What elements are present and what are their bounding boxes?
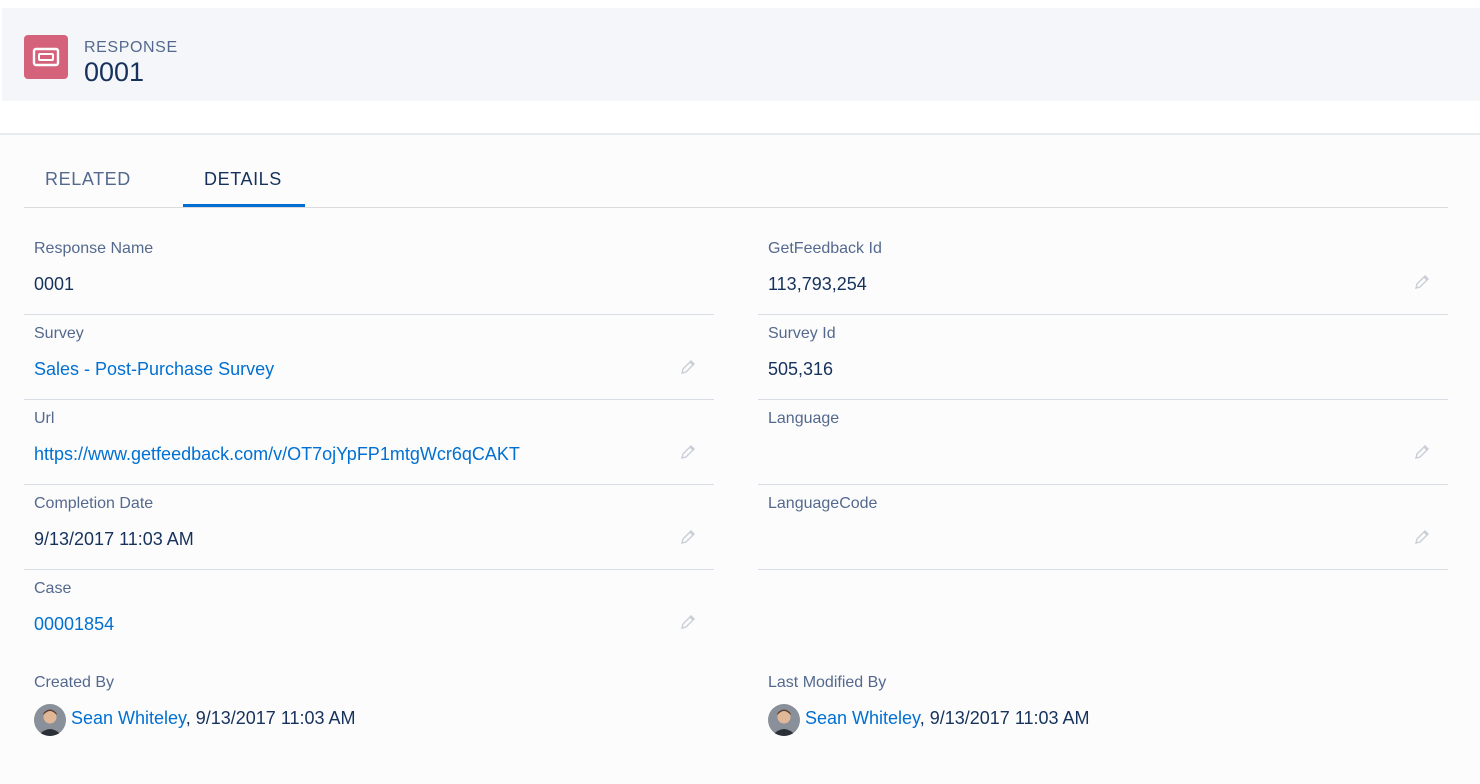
- survey-link[interactable]: Sales - Post-Purchase Survey: [34, 359, 274, 380]
- response-name-label: Response Name: [34, 240, 154, 257]
- survey-id-label: Survey Id: [768, 325, 836, 342]
- field-divider: [24, 569, 714, 570]
- avatar: [768, 704, 800, 736]
- tab-related[interactable]: RELATED: [45, 169, 131, 190]
- last-modified-by-label: Last Modified By: [768, 674, 887, 691]
- tab-details[interactable]: DETAILS: [204, 169, 282, 190]
- field-divider: [24, 314, 714, 315]
- created-by-value: Sean Whiteley, 9/13/2017 11:03 AM: [71, 708, 356, 729]
- pencil-icon[interactable]: [679, 443, 697, 461]
- created-by-label: Created By: [34, 674, 115, 691]
- language-label: Language: [768, 410, 840, 427]
- avatar: [34, 704, 66, 736]
- completion-date-value: 9/13/2017 11:03 AM: [34, 529, 194, 549]
- field-divider: [758, 569, 1448, 570]
- created-by-timestamp: , 9/13/2017 11:03 AM: [185, 708, 356, 728]
- last-modified-by-user-link[interactable]: Sean Whiteley: [805, 708, 920, 728]
- survey-label: Survey: [34, 325, 84, 342]
- last-modified-by-value: Sean Whiteley, 9/13/2017 11:03 AM: [805, 708, 1090, 729]
- case-link[interactable]: 00001854: [34, 614, 114, 635]
- response-name-value: 0001: [34, 274, 75, 294]
- record-header: RESPONSE 0001: [2, 8, 1480, 101]
- survey-id-value: 505,316: [768, 359, 834, 379]
- pencil-icon[interactable]: [679, 528, 697, 546]
- getfeedback-id-label: GetFeedback Id: [768, 240, 882, 257]
- pencil-icon[interactable]: [679, 613, 697, 631]
- getfeedback-id-value: 113,793,254: [768, 274, 867, 294]
- field-divider: [758, 314, 1448, 315]
- pencil-icon[interactable]: [1413, 273, 1431, 291]
- pencil-icon[interactable]: [1413, 528, 1431, 546]
- field-divider: [24, 484, 714, 485]
- field-divider: [758, 484, 1448, 485]
- ticket-icon: [24, 35, 68, 79]
- created-by-user-link[interactable]: Sean Whiteley: [71, 708, 186, 728]
- completion-date-label: Completion Date: [34, 495, 154, 512]
- record-title: 0001: [84, 57, 145, 87]
- pencil-icon[interactable]: [679, 358, 697, 376]
- field-divider: [24, 399, 714, 400]
- record-type-label: RESPONSE: [84, 39, 178, 56]
- url-label: Url: [34, 410, 55, 427]
- url-link[interactable]: https://www.getfeedback.com/v/OT7ojYpFP1…: [34, 444, 520, 465]
- field-divider: [758, 399, 1448, 400]
- case-label: Case: [34, 580, 72, 597]
- tabs-divider: [24, 207, 1448, 208]
- last-modified-by-timestamp: , 9/13/2017 11:03 AM: [919, 708, 1090, 728]
- language-code-label: LanguageCode: [768, 495, 878, 512]
- pencil-icon[interactable]: [1413, 443, 1431, 461]
